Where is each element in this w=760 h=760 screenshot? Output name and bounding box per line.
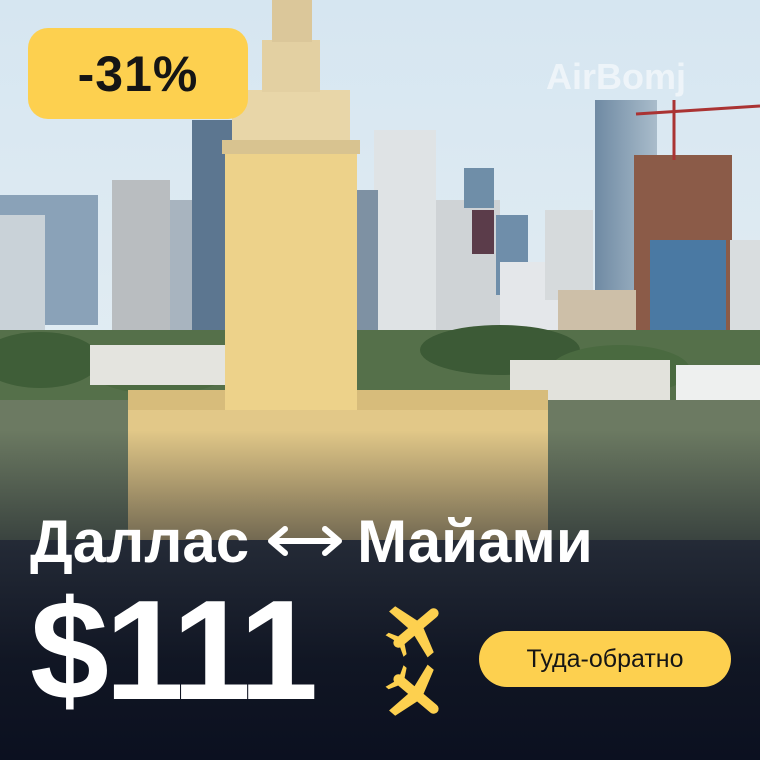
price: $111	[30, 571, 318, 730]
trip-type-badge: Туда-обратно	[479, 631, 731, 687]
promo-banner: -31% AirBomj Даллас Майами $111 Туда-обр…	[0, 0, 760, 760]
double-arrow-icon	[268, 526, 343, 556]
discount-badge: -31%	[28, 28, 248, 119]
brand-watermark: AirBomj	[546, 56, 687, 97]
destination-city: Майами	[357, 507, 593, 575]
airplane-icon	[385, 606, 439, 716]
origin-city: Даллас	[30, 507, 250, 575]
route-line: Даллас Майами	[30, 506, 730, 576]
